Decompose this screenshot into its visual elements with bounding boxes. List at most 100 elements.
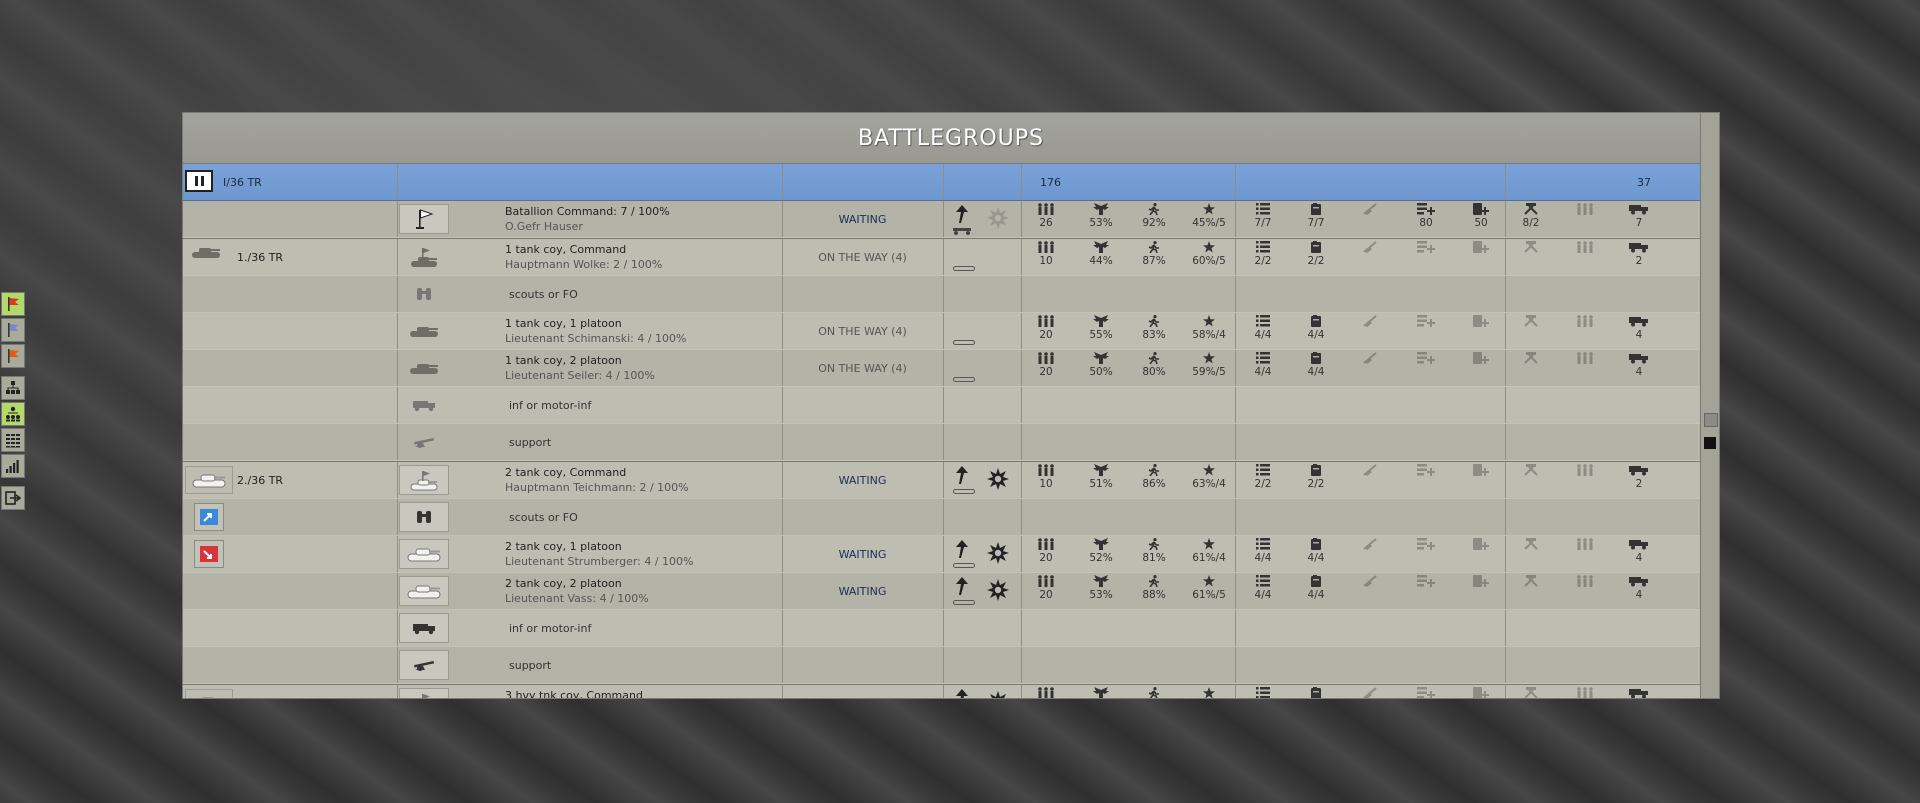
command-tank-icon[interactable] [399, 242, 449, 272]
move-arrow-icon[interactable] [955, 576, 969, 599]
move-arrow-icon[interactable] [955, 204, 969, 227]
fire-burst-icon[interactable] [987, 542, 1009, 567]
tank-icon[interactable] [399, 316, 449, 346]
stat-at [1345, 687, 1395, 699]
fuel-icon [1291, 538, 1341, 550]
men-icon [1021, 538, 1071, 550]
scroll-thumb[interactable] [1704, 413, 1718, 427]
slot-row[interactable]: inf or motor-inf [183, 610, 1703, 647]
command-tank-icon[interactable] [399, 465, 449, 495]
unit-row[interactable]: 3./36 TR 3 hvy tnk coy, Command Hauptman… [183, 684, 1703, 699]
slot-row[interactable]: support [183, 647, 1703, 684]
stat-trucks-value: 7 [1636, 217, 1643, 229]
fire-burst-icon[interactable] [987, 691, 1009, 699]
stat-morale-value: 50% [1089, 366, 1112, 378]
stat-men-value: 10 [1039, 255, 1052, 267]
unit-row[interactable]: 2./36 TR 2 tank coy, Command Hauptmann T… [183, 461, 1703, 499]
stat-supply: 80 [1401, 203, 1451, 230]
toolbar-flag-red-button[interactable] [1, 292, 25, 316]
toolbar-bar-chart-button[interactable] [1, 454, 25, 478]
tank-icon[interactable] [399, 353, 449, 383]
star-icon [1184, 538, 1234, 550]
toolbar-exit-button[interactable] [1, 486, 25, 510]
toolbar-flag-orange-button[interactable] [1, 344, 25, 368]
stat-stamina-value: 81% [1142, 552, 1165, 564]
halftrack-icon[interactable] [399, 613, 449, 643]
toolbar-flag-blue-button[interactable] [1, 318, 25, 342]
stat-ammo-value: 4/4 [1255, 366, 1272, 378]
stat-supply [1401, 464, 1451, 477]
binoculars-icon[interactable] [399, 279, 449, 309]
company-name: 1 tank coy, 2 platoon [505, 353, 655, 368]
fire-burst-icon[interactable] [987, 207, 1009, 232]
stat-stamina: 81% [1129, 538, 1179, 565]
scroll-marker[interactable] [1704, 437, 1716, 449]
halftrack-icon[interactable] [399, 390, 449, 420]
command-tank-icon[interactable] [399, 688, 449, 699]
crew-icon [1560, 241, 1610, 253]
hq-flag-icon[interactable] [399, 204, 449, 234]
unit-tank-icon[interactable] [185, 689, 233, 699]
stat-morale: 53% [1076, 575, 1126, 602]
stat-morale-value: 53% [1089, 217, 1112, 229]
docplus-icon [1456, 687, 1506, 699]
stat-at [1345, 575, 1395, 588]
fuel-icon [1291, 315, 1341, 327]
stat-crew [1560, 352, 1610, 365]
truckstat-icon [1614, 241, 1664, 253]
move-arrow-icon[interactable] [955, 465, 969, 488]
unit-row[interactable]: 2 tank coy, 2 platoon Lieutenant Vass: 4… [183, 573, 1703, 610]
field-gun-icon[interactable] [399, 427, 449, 457]
battlegroup-table: I/36 TR 176 37 Batallion Command: 7 / 10… [183, 164, 1703, 699]
ammo-icon [1238, 575, 1288, 587]
hierarchy-people-icon [5, 406, 21, 422]
stat-ammo: 4/4 [1238, 352, 1288, 379]
unit-row[interactable]: 2 tank coy, 1 platoon Lieutenant Strumbe… [183, 536, 1703, 573]
binoculars-icon[interactable] [399, 502, 449, 532]
unit-row[interactable]: 1./36 TR 1 tank coy, Command Hauptmann W… [183, 238, 1703, 276]
move-arrow-icon[interactable] [955, 539, 969, 562]
stat-exp: 45%/5 [1184, 203, 1234, 230]
stat-supply [1401, 575, 1451, 588]
stat-morale-value: 51% [1089, 478, 1112, 490]
slot-row[interactable]: support [183, 424, 1703, 461]
unit-row[interactable]: 1 tank coy, 2 platoon Lieutenant Seiler:… [183, 350, 1703, 387]
field-gun-icon[interactable] [399, 650, 449, 680]
fire-burst-icon[interactable] [987, 468, 1009, 493]
tank-icon[interactable] [399, 576, 449, 606]
stat-morale: 51% [1076, 464, 1126, 491]
orders-cell [943, 536, 1021, 572]
star-icon [1184, 352, 1234, 364]
unit-tank-icon[interactable] [185, 466, 233, 494]
toolbar-hierarchy-people-button[interactable] [1, 402, 25, 426]
stat-stamina: 88% [1129, 575, 1179, 602]
battlegroup-header-row[interactable]: I/36 TR 176 37 [183, 164, 1703, 201]
stat-ammo-value: 4/4 [1255, 552, 1272, 564]
men-icon [1021, 687, 1071, 699]
unit-row[interactable]: Batallion Command: 7 / 100% O.Gefr Hause… [183, 201, 1703, 238]
stat-fuel-value: 4/4 [1308, 589, 1325, 601]
red-order-button[interactable] [194, 540, 224, 568]
men-icon [1021, 575, 1071, 587]
stat-fuel: 2/2 [1291, 464, 1341, 491]
pause-button[interactable] [185, 170, 213, 192]
move-arrow-icon[interactable] [955, 688, 969, 699]
toolbar-table-button[interactable] [1, 428, 25, 452]
blue-order-button[interactable] [194, 503, 224, 531]
stat-fuel: 7/7 [1291, 203, 1341, 230]
tank-icon[interactable] [399, 539, 449, 569]
run-icon [1129, 575, 1179, 587]
slot-row[interactable]: scouts or FO [183, 499, 1703, 536]
vertical-scrollbar[interactable] [1700, 113, 1719, 699]
slot-row[interactable]: inf or motor-inf [183, 387, 1703, 424]
fire-burst-icon[interactable] [987, 579, 1009, 604]
toolbar-hierarchy-button[interactable] [1, 376, 25, 400]
fuel-icon [1291, 687, 1341, 699]
bar-chart-icon [5, 458, 21, 474]
stat-stamina-value: 87% [1142, 255, 1165, 267]
stat-ammo-value: 4/4 [1255, 589, 1272, 601]
unit-row[interactable]: 1 tank coy, 1 platoon Lieutenant Schiman… [183, 313, 1703, 350]
slot-row[interactable]: scouts or FO [183, 276, 1703, 313]
order-bar [953, 563, 975, 568]
stat-morale: 53% [1076, 203, 1126, 230]
